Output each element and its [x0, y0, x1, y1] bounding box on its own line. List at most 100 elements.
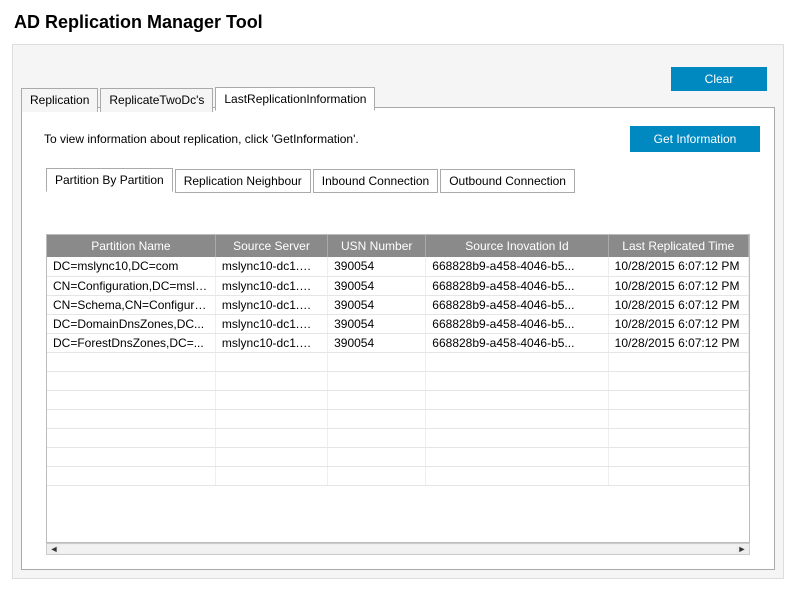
cell [608, 371, 748, 390]
horizontal-scrollbar[interactable]: ◄ ► [46, 543, 750, 555]
cell[interactable]: CN=Schema,CN=Configura... [47, 295, 215, 314]
inner-tab-replication-neighbour[interactable]: Replication Neighbour [175, 169, 311, 193]
outer-tab-lastreplicationinformation[interactable]: LastReplicationInformation [215, 87, 375, 111]
cell [47, 409, 215, 428]
clear-button[interactable]: Clear [671, 67, 767, 91]
cell [215, 428, 327, 447]
cell[interactable]: 668828b9-a458-4046-b5... [426, 295, 608, 314]
cell[interactable]: 10/28/2015 6:07:12 PM [608, 257, 748, 276]
info-text: To view information about replication, c… [44, 132, 359, 146]
cell [426, 428, 608, 447]
cell [426, 466, 608, 485]
outer-tab-replicatetwodc-s[interactable]: ReplicateTwoDc's [100, 88, 213, 112]
scroll-left-arrow[interactable]: ◄ [48, 544, 60, 554]
cell[interactable]: 10/28/2015 6:07:12 PM [608, 276, 748, 295]
cell [47, 428, 215, 447]
cell[interactable]: mslync10-dc1.ms... [215, 257, 327, 276]
column-header[interactable]: Last Replicated Time [608, 235, 748, 257]
scroll-right-arrow[interactable]: ► [736, 544, 748, 554]
cell[interactable]: 668828b9-a458-4046-b5... [426, 276, 608, 295]
main-panel: To view information about replication, c… [21, 107, 775, 570]
data-grid: Partition NameSource ServerUSN NumberSou… [46, 234, 750, 543]
cell [215, 390, 327, 409]
info-row: To view information about replication, c… [22, 108, 774, 158]
cell [426, 447, 608, 466]
table-row [47, 409, 749, 428]
table-row [47, 428, 749, 447]
cell [608, 428, 748, 447]
cell [215, 466, 327, 485]
table-row [47, 447, 749, 466]
cell [426, 352, 608, 371]
cell[interactable]: 668828b9-a458-4046-b5... [426, 314, 608, 333]
inner-tab-partition-by-partition[interactable]: Partition By Partition [46, 168, 173, 192]
cell [215, 409, 327, 428]
inner-tab-outbound-connection[interactable]: Outbound Connection [440, 169, 575, 193]
cell[interactable]: DC=DomainDnsZones,DC... [47, 314, 215, 333]
table-row[interactable]: CN=Schema,CN=Configura...mslync10-dc1.ms… [47, 295, 749, 314]
cell [426, 371, 608, 390]
cell[interactable]: 668828b9-a458-4046-b5... [426, 333, 608, 352]
column-header[interactable]: Partition Name [47, 235, 215, 257]
cell [47, 466, 215, 485]
table-header-row: Partition NameSource ServerUSN NumberSou… [47, 235, 749, 257]
inner-tabs: Partition By PartitionReplication Neighb… [46, 168, 774, 192]
scroll-track[interactable] [60, 545, 736, 553]
table-row [47, 352, 749, 371]
table-row[interactable]: CN=Configuration,DC=msly...mslync10-dc1.… [47, 276, 749, 295]
cell [328, 390, 426, 409]
table-body: DC=mslync10,DC=commslync10-dc1.ms...3900… [47, 257, 749, 485]
cell[interactable]: 390054 [328, 257, 426, 276]
table-row [47, 466, 749, 485]
cell [328, 447, 426, 466]
cell [215, 352, 327, 371]
cell[interactable]: 390054 [328, 333, 426, 352]
replication-table: Partition NameSource ServerUSN NumberSou… [47, 235, 749, 486]
cell[interactable]: 390054 [328, 276, 426, 295]
cell[interactable]: DC=ForestDnsZones,DC=... [47, 333, 215, 352]
column-header[interactable]: Source Server [215, 235, 327, 257]
cell[interactable]: mslync10-dc1.ms... [215, 295, 327, 314]
cell [608, 352, 748, 371]
cell[interactable]: 390054 [328, 295, 426, 314]
table-row[interactable]: DC=ForestDnsZones,DC=...mslync10-dc1.ms.… [47, 333, 749, 352]
cell [47, 371, 215, 390]
cell [328, 466, 426, 485]
app-area: Clear ReplicationReplicateTwoDc'sLastRep… [12, 44, 784, 579]
cell [47, 352, 215, 371]
page-title: AD Replication Manager Tool [0, 0, 796, 43]
table-row [47, 390, 749, 409]
cell[interactable]: 390054 [328, 314, 426, 333]
cell[interactable]: CN=Configuration,DC=msly... [47, 276, 215, 295]
cell [215, 371, 327, 390]
table-row [47, 371, 749, 390]
cell[interactable]: 668828b9-a458-4046-b5... [426, 257, 608, 276]
table-row[interactable]: DC=mslync10,DC=commslync10-dc1.ms...3900… [47, 257, 749, 276]
inner-tab-inbound-connection[interactable]: Inbound Connection [313, 169, 438, 193]
cell[interactable]: 10/28/2015 6:07:12 PM [608, 333, 748, 352]
cell [328, 352, 426, 371]
cell[interactable]: mslync10-dc1.ms... [215, 276, 327, 295]
cell [328, 371, 426, 390]
cell [215, 447, 327, 466]
cell[interactable]: mslync10-dc1.ms... [215, 314, 327, 333]
cell [328, 409, 426, 428]
cell [328, 428, 426, 447]
cell[interactable]: 10/28/2015 6:07:12 PM [608, 295, 748, 314]
cell [426, 390, 608, 409]
cell [608, 447, 748, 466]
get-information-button[interactable]: Get Information [630, 126, 760, 152]
cell [608, 390, 748, 409]
column-header[interactable]: USN Number [328, 235, 426, 257]
outer-tabs: ReplicationReplicateTwoDc'sLastReplicati… [21, 87, 377, 111]
table-row[interactable]: DC=DomainDnsZones,DC...mslync10-dc1.ms..… [47, 314, 749, 333]
cell[interactable]: 10/28/2015 6:07:12 PM [608, 314, 748, 333]
cell [608, 409, 748, 428]
cell [426, 409, 608, 428]
cell[interactable]: DC=mslync10,DC=com [47, 257, 215, 276]
column-header[interactable]: Source Inovation Id [426, 235, 608, 257]
cell [47, 447, 215, 466]
cell [47, 390, 215, 409]
outer-tab-replication[interactable]: Replication [21, 88, 98, 112]
cell[interactable]: mslync10-dc1.ms... [215, 333, 327, 352]
